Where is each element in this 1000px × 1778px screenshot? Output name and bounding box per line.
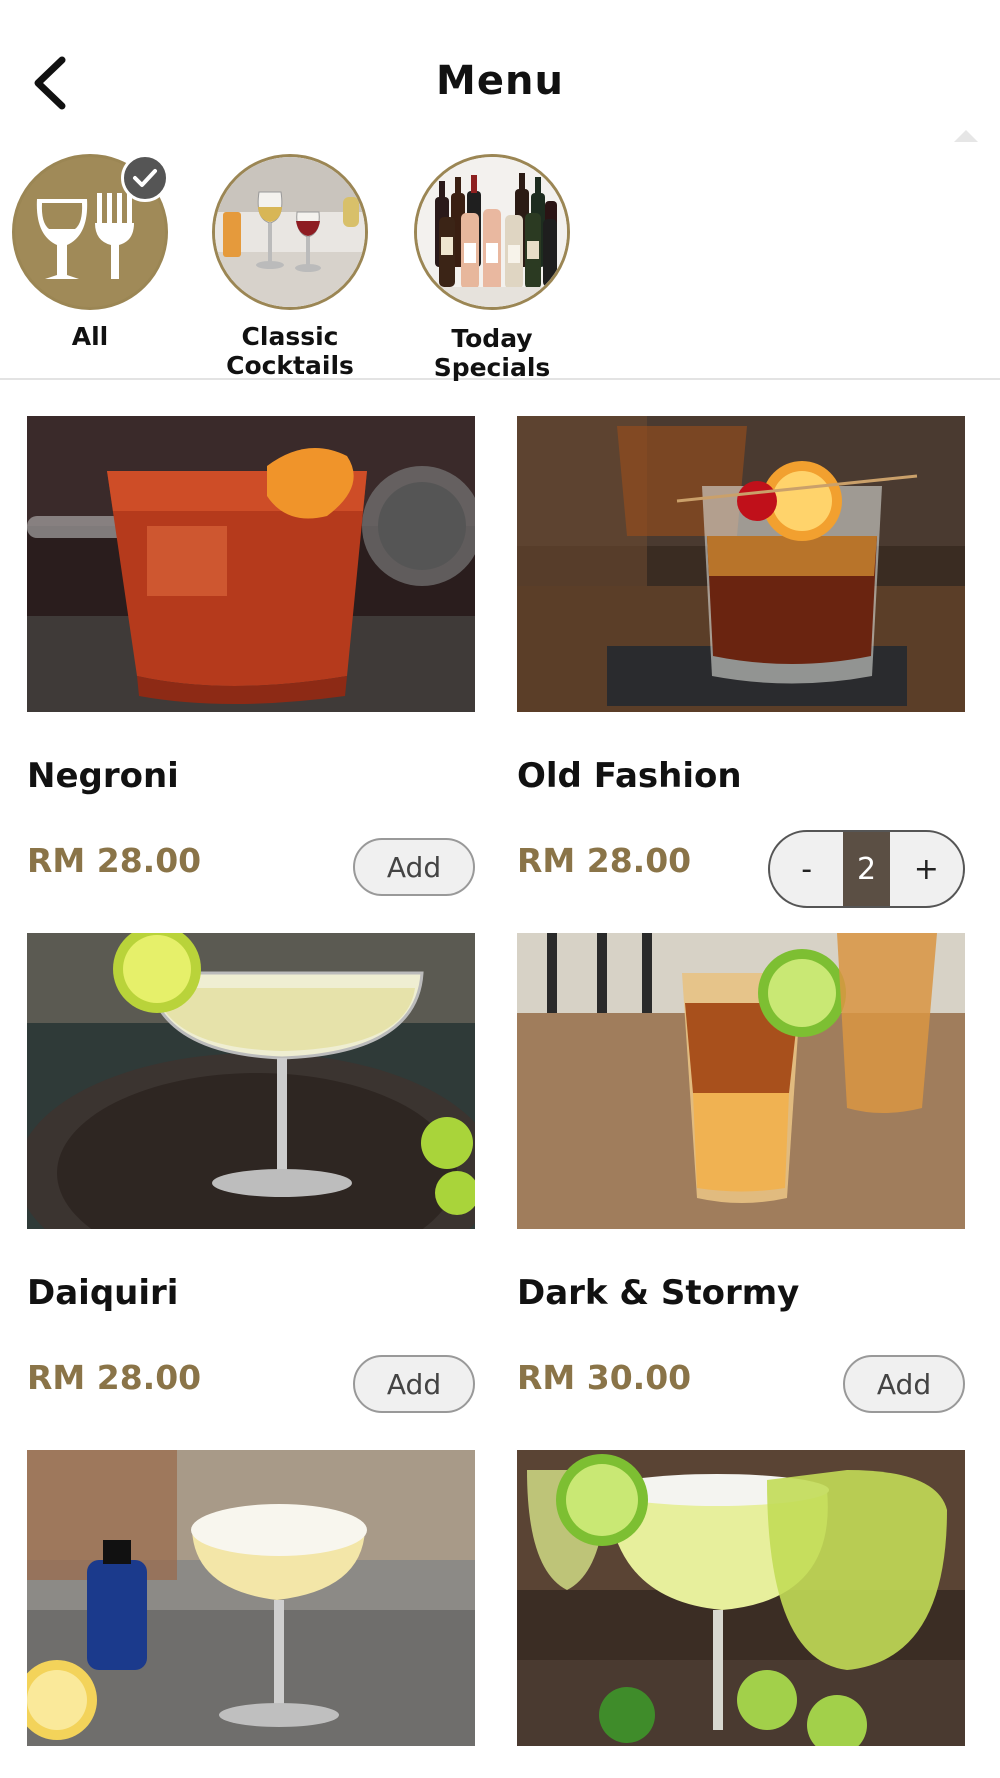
item-price: RM 28.00 — [27, 1358, 202, 1397]
category-today-specials[interactable]: Today Specials — [402, 154, 582, 382]
item-price: RM 30.00 — [517, 1358, 692, 1397]
menu-item-card[interactable]: Daiquiri RM 28.00 Add — [27, 933, 475, 1433]
cocktail-glasses-photo — [212, 154, 368, 310]
daiquiri-photo — [27, 933, 475, 1229]
selected-check-icon — [121, 154, 169, 202]
margarita-photo — [517, 1450, 965, 1746]
old-fashion-photo — [517, 416, 965, 712]
add-button[interactable]: Add — [843, 1355, 965, 1413]
category-all[interactable]: All — [0, 154, 180, 351]
category-all-label: All — [71, 322, 109, 351]
page-title: Menu — [436, 58, 564, 104]
item-name: Daiquiri — [27, 1273, 179, 1313]
decrease-quantity-button[interactable]: - — [770, 832, 843, 906]
whiskey-sour-photo — [27, 1450, 475, 1746]
scroll-up-indicator — [954, 130, 978, 142]
item-price: RM 28.00 — [27, 841, 202, 880]
add-button[interactable]: Add — [353, 838, 475, 896]
menu-item-card[interactable]: Old Fashion RM 28.00 - 2 + — [517, 416, 965, 916]
quantity-value: 2 — [843, 832, 890, 906]
item-price: RM 28.00 — [517, 841, 692, 880]
menu-item-card[interactable] — [27, 1450, 475, 1746]
category-bar: All Classic Cocktails Today Specials — [0, 150, 1000, 382]
negroni-photo — [27, 416, 475, 712]
increase-quantity-button[interactable]: + — [890, 832, 963, 906]
wine-bottles-photo — [414, 154, 570, 310]
item-name: Dark & Stormy — [517, 1273, 800, 1313]
category-classic-cocktails[interactable]: Classic Cocktails — [200, 154, 380, 380]
label-line-1: Classic — [241, 322, 339, 351]
dark-and-stormy-photo — [517, 933, 965, 1229]
menu-item-card[interactable]: Dark & Stormy RM 30.00 Add — [517, 933, 965, 1433]
item-name: Old Fashion — [517, 756, 742, 796]
add-button[interactable]: Add — [353, 1355, 475, 1413]
category-today-specials-label: Today Specials — [433, 324, 551, 382]
item-name: Negroni — [27, 756, 179, 796]
menu-item-card[interactable] — [517, 1450, 965, 1746]
menu-item-card[interactable]: Negroni RM 28.00 Add — [27, 416, 475, 916]
quantity-stepper[interactable]: - 2 + — [768, 830, 965, 908]
label-line-2: Cocktails — [226, 351, 354, 380]
category-classic-cocktails-label: Classic Cocktails — [200, 322, 380, 380]
app-header: Menu — [0, 0, 1000, 150]
